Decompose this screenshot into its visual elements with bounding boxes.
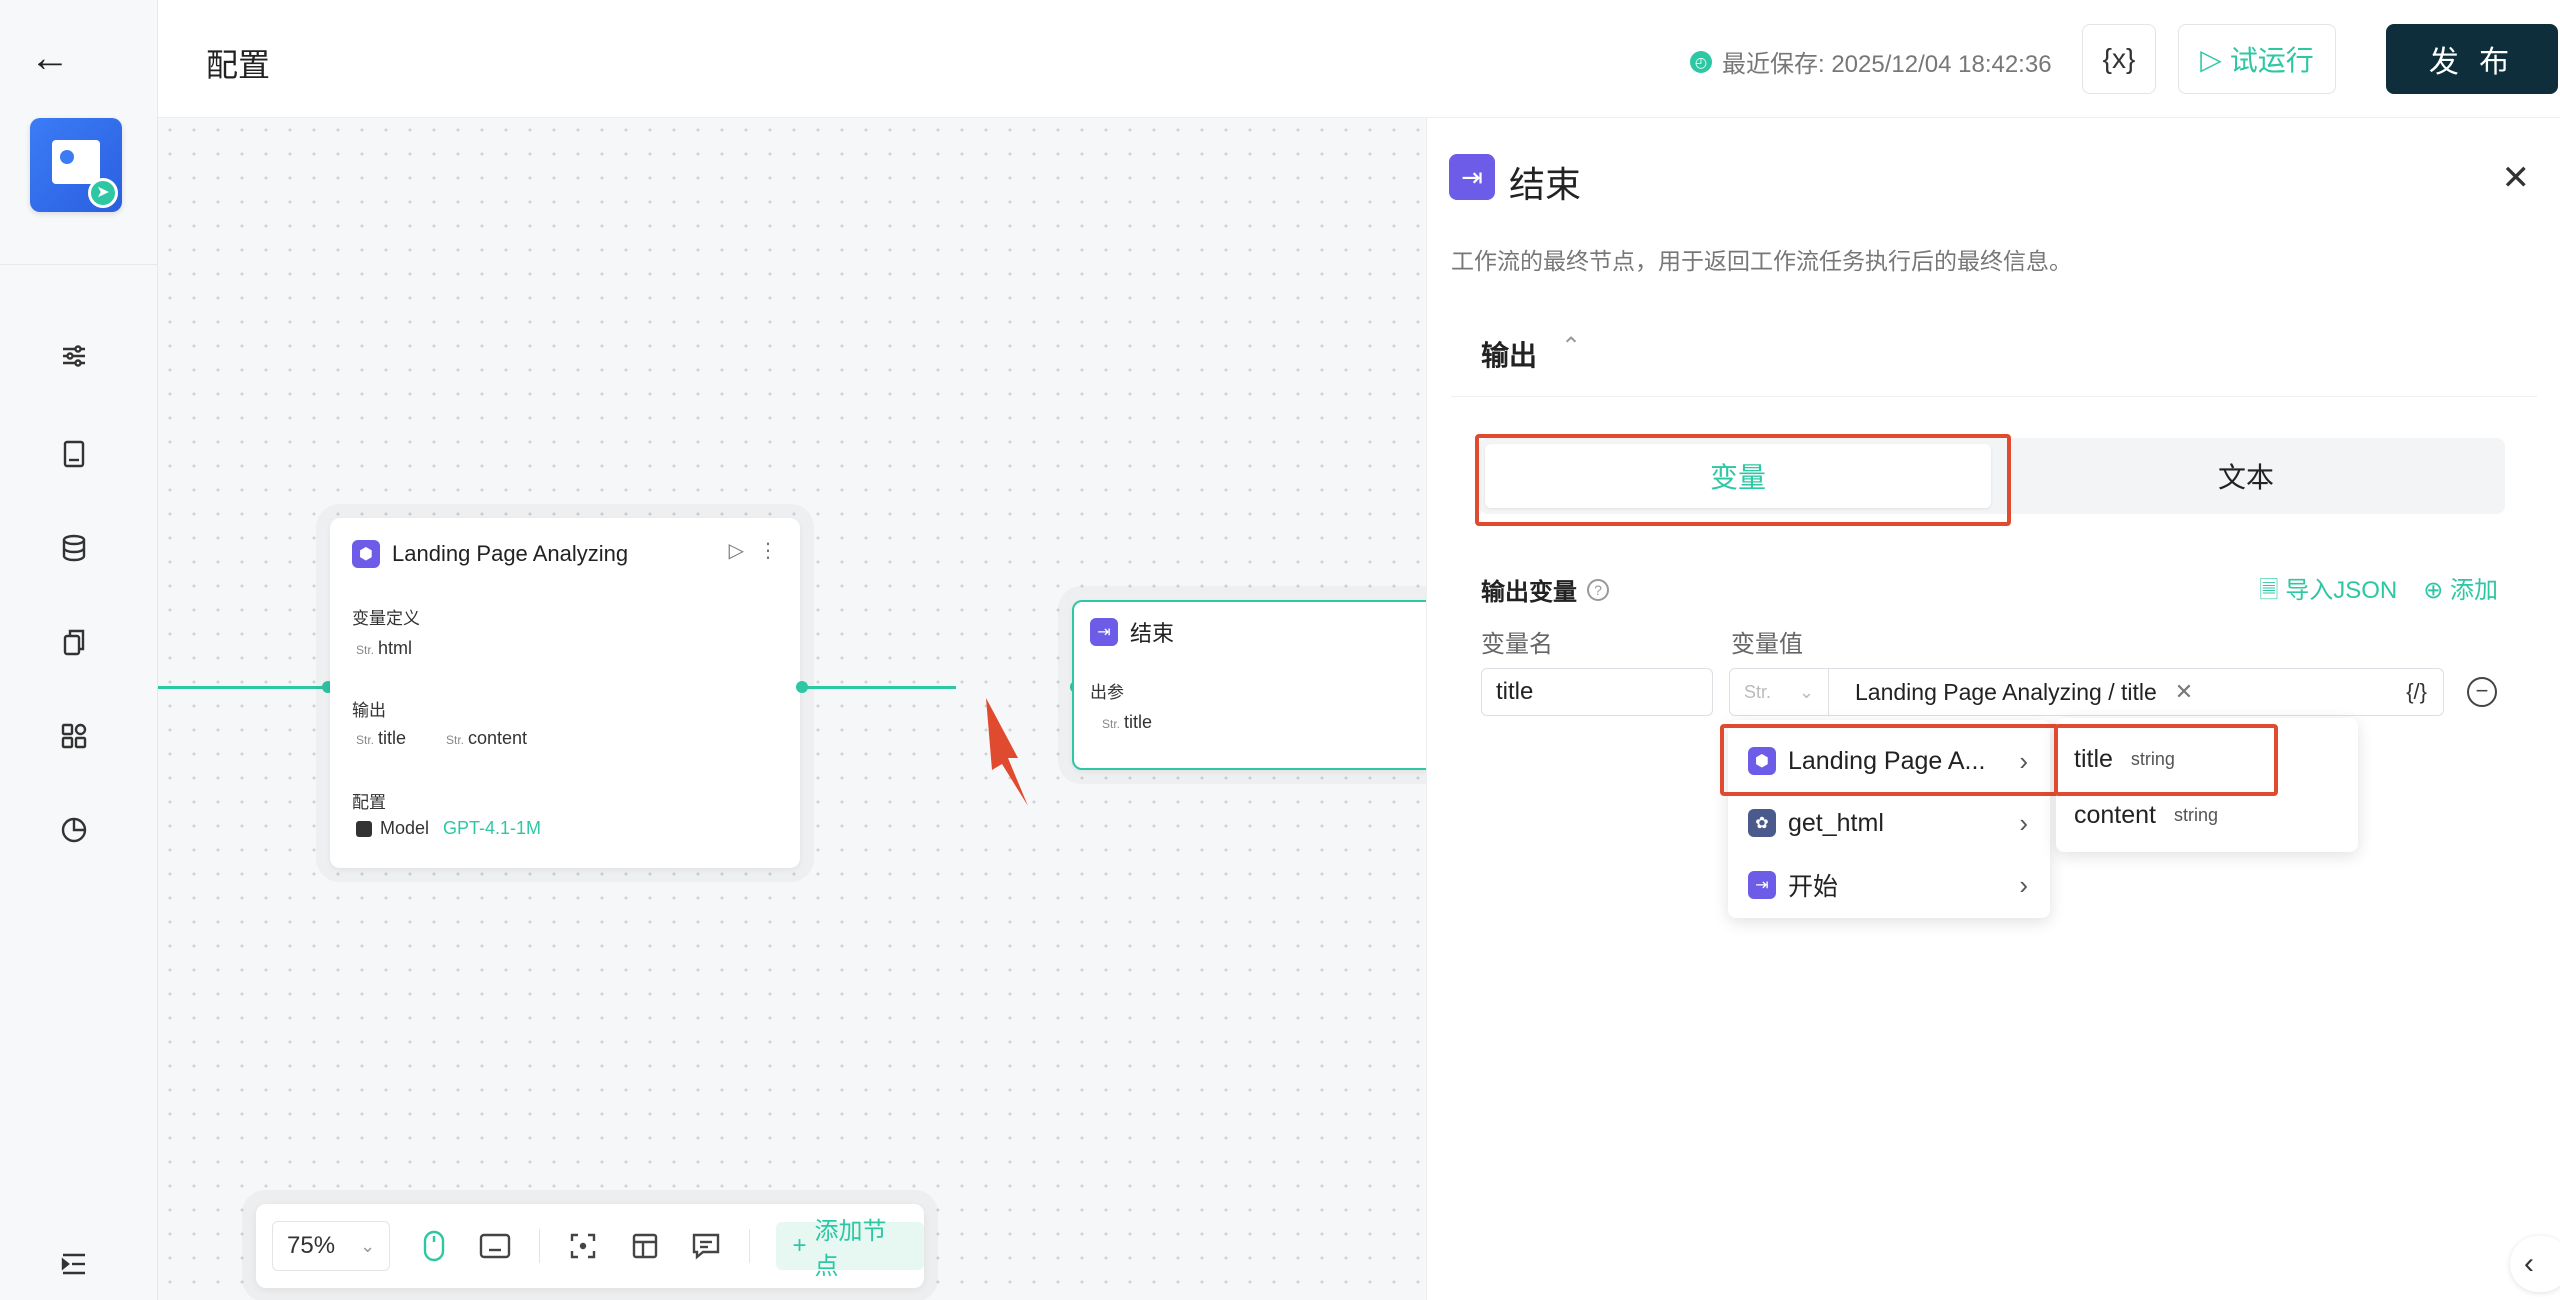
back-arrow-icon[interactable]: ← <box>30 38 70 78</box>
book-icon[interactable] <box>56 436 92 472</box>
top-bar: 配置 ◴ 最近保存: 2025/12/04 18:42:36 {x} ▷ 试运行… <box>158 0 2560 118</box>
dropdown-item-start[interactable]: ⇥ 开始 › <box>1728 854 2050 916</box>
run-node-icon[interactable]: ▷ <box>729 538 744 563</box>
type-select[interactable]: Str. ⌄ <box>1729 668 1829 716</box>
add-variable-button[interactable]: ⊕ 添加 <box>2423 570 2498 614</box>
output-label: 输出 <box>352 701 386 720</box>
left-rail: ← ➤ <box>0 0 158 1300</box>
zoom-select[interactable]: 75% ⌄ <box>272 1221 391 1271</box>
end-node-icon: ⇥ <box>1090 618 1118 646</box>
panel-title: 结束 <box>1509 164 1582 205</box>
model-row: Model GPT-4.1-1M <box>356 818 541 839</box>
fit-view-icon[interactable] <box>566 1228 601 1264</box>
start-node-icon: ⇥ <box>1748 871 1776 899</box>
edge-llm-to-end <box>802 686 956 689</box>
highlight-box <box>2054 724 2278 796</box>
mouse-mode-icon[interactable] <box>416 1228 451 1264</box>
more-icon[interactable]: ⋮ <box>758 538 778 563</box>
chevron-up-icon[interactable]: ⌃ <box>1561 332 1581 361</box>
col-name-header: 变量名 <box>1481 631 1553 658</box>
llm-node[interactable]: ⬢ Landing Page Analyzing ▷ ⋮ 变量定义 Str. ht… <box>330 518 800 868</box>
variables-button[interactable]: {x} <box>2082 24 2156 94</box>
openai-icon <box>356 820 372 837</box>
end-param-label: 出参 <box>1090 683 1124 702</box>
output-var-content: Str. content <box>446 728 528 748</box>
chevron-down-icon: ⌄ <box>1798 681 1815 702</box>
tab-text[interactable]: 文本 <box>1993 444 2499 508</box>
page-title: 配置 <box>206 47 271 83</box>
panel-description: 工作流的最终节点，用于返回工作流任务执行后的最终信息。 <box>1451 248 2072 274</box>
canvas-toolbar: 75% ⌄ + 添加节点 <box>256 1204 925 1288</box>
annotation-arrow-icon <box>986 698 1028 806</box>
play-icon: ▷ <box>2200 43 2222 75</box>
add-node-button[interactable]: + 添加节点 <box>776 1218 925 1280</box>
help-icon[interactable]: ? <box>1587 578 1609 601</box>
publish-button[interactable]: 发 布 <box>2386 24 2558 94</box>
clock-icon: ◴ <box>1690 50 1712 73</box>
llm-node-icon: ⬢ <box>352 540 380 568</box>
output-var-title: Str. title <box>356 728 407 748</box>
dropdown-item-get-html[interactable]: ✿ get_html › <box>1728 792 2050 854</box>
apps-grid-icon[interactable] <box>56 718 92 754</box>
chevron-right-icon: › <box>2019 869 2028 900</box>
import-json-button[interactable]: 🗏 导入JSON <box>2259 570 2397 614</box>
col-value-header: 变量值 <box>1731 631 1803 658</box>
clear-icon[interactable]: ✕ <box>2175 679 2193 705</box>
menu-indent-icon[interactable] <box>56 1246 92 1282</box>
remove-row-icon[interactable]: − <box>2467 677 2497 707</box>
config-label: 配置 <box>352 793 386 812</box>
send-icon: ➤ <box>88 178 118 208</box>
highlight-box <box>1720 724 2062 796</box>
layout-icon[interactable] <box>627 1228 662 1264</box>
workflow-canvas[interactable]: ⬢ Landing Page Analyzing ▷ ⋮ 变量定义 Str. ht… <box>158 118 1426 1300</box>
copy-icon[interactable] <box>56 624 92 660</box>
variable-name-input[interactable]: title <box>1481 668 1713 716</box>
end-node-icon: ⇥ <box>1449 154 1495 200</box>
chevron-right-icon: › <box>2019 807 2028 838</box>
code-expression-icon[interactable]: {/} <box>2406 679 2427 705</box>
edge-in <box>158 686 324 689</box>
collapse-panel-icon[interactable]: ‹ <box>2510 1236 2560 1292</box>
output-section-title[interactable]: 输出 <box>1481 334 1537 374</box>
end-node[interactable]: ⇥ 结束 出参 Str. title <box>1072 600 1426 770</box>
app-logo[interactable]: ➤ <box>30 118 122 212</box>
end-param-var: Str. title <box>1102 712 1153 732</box>
variable-value-input[interactable]: Landing Page Analyzing / title ✕ {/} <box>1828 668 2444 716</box>
database-icon[interactable] <box>56 530 92 566</box>
input-label: 变量定义 <box>352 609 420 628</box>
node-config-panel: ⇥ 结束 ✕ 工作流的最终节点，用于返回工作流任务执行后的最终信息。 输出 ⌃ … <box>1426 118 2560 1300</box>
settings-sliders-icon[interactable] <box>56 338 92 374</box>
plus-icon: + <box>792 1232 807 1259</box>
highlight-box <box>1475 434 2011 526</box>
test-run-button[interactable]: ▷ 试运行 <box>2178 24 2336 94</box>
close-icon[interactable]: ✕ <box>2502 158 2531 198</box>
input-var: Str. html <box>356 638 413 658</box>
pie-chart-icon[interactable] <box>56 812 92 848</box>
comment-icon[interactable] <box>688 1228 723 1264</box>
save-status: ◴ 最近保存: 2025/12/04 18:42:36 <box>1690 44 2052 79</box>
plugin-node-icon: ✿ <box>1748 809 1776 837</box>
chevron-down-icon: ⌄ <box>360 1235 376 1256</box>
trackpad-mode-icon[interactable] <box>477 1228 512 1264</box>
output-variables-title: 输出变量 ? <box>1481 572 1609 607</box>
